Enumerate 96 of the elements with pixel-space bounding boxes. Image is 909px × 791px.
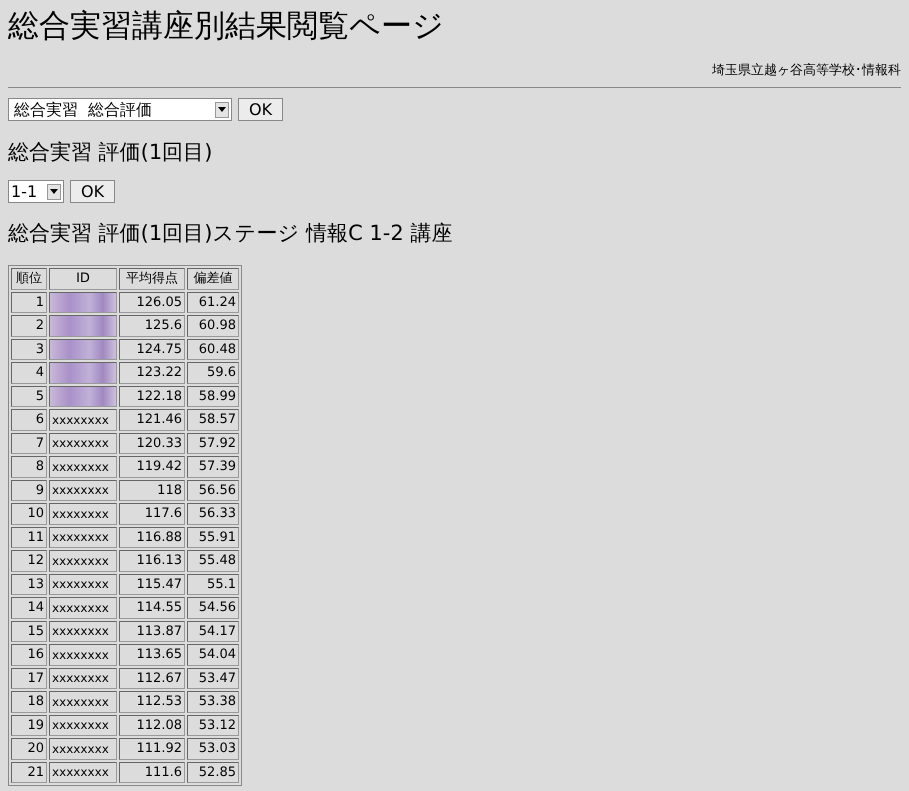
- id-cell: xxxxxxxx: [49, 620, 117, 642]
- school-name: 埼玉県立越ヶ谷高等学校･情報科: [712, 62, 901, 80]
- id-cell: xxxxxxxx: [49, 432, 117, 454]
- section-title: 総合実習 評価(1回目): [8, 139, 212, 166]
- id-cell: xxxxxxxx: [49, 526, 117, 548]
- column-header: 平均得点: [119, 268, 185, 290]
- score-cell: 112.67: [119, 668, 185, 689]
- deviation-cell: 54.04: [187, 644, 239, 666]
- blurred-id-cell: [49, 362, 117, 384]
- score-cell: 116.88: [119, 526, 185, 548]
- deviation-cell: 61.24: [187, 292, 239, 313]
- blurred-id-cell: [49, 386, 117, 407]
- deviation-cell: 53.12: [187, 714, 239, 736]
- score-cell: 121.46: [119, 409, 185, 430]
- id-cell: xxxxxxxx: [49, 503, 117, 524]
- blurred-id-cell: [49, 292, 117, 313]
- result-title: 総合実習 評価(1回目)ステージ 情報C 1-2 講座: [8, 220, 452, 247]
- rank-cell: 10: [11, 503, 47, 524]
- score-cell: 126.05: [119, 292, 185, 313]
- id-cell: xxxxxxxx: [49, 691, 117, 712]
- page-title: 総合実習講座別結果閲覧ページ: [8, 7, 444, 46]
- deviation-cell: 56.33: [187, 503, 239, 524]
- ok-button[interactable]: OK: [70, 180, 116, 203]
- id-cell: xxxxxxxx: [49, 738, 117, 760]
- rank-cell: 13: [11, 574, 47, 595]
- score-cell: 116.13: [119, 550, 185, 572]
- rank-cell: 11: [11, 526, 47, 548]
- score-cell: 120.33: [119, 432, 185, 454]
- ok-button[interactable]: OK: [238, 98, 284, 121]
- score-cell: 111.6: [119, 762, 185, 783]
- rank-cell: 8: [11, 456, 47, 478]
- column-header: 順位: [11, 268, 47, 290]
- rank-cell: 1: [11, 292, 47, 313]
- score-cell: 114.55: [119, 597, 185, 618]
- rank-cell: 14: [11, 597, 47, 618]
- id-cell: xxxxxxxx: [49, 409, 117, 430]
- deviation-cell: 60.48: [187, 338, 239, 360]
- deviation-cell: 53.03: [187, 738, 239, 760]
- id-cell: xxxxxxxx: [49, 574, 117, 595]
- deviation-cell: 56.56: [187, 480, 239, 501]
- id-cell: xxxxxxxx: [49, 480, 117, 501]
- deviation-cell: 55.1: [187, 574, 239, 595]
- score-cell: 113.87: [119, 620, 185, 642]
- id-cell: xxxxxxxx: [49, 762, 117, 783]
- deviation-cell: 55.48: [187, 550, 239, 572]
- id-cell: xxxxxxxx: [49, 644, 117, 666]
- course-dropdown[interactable]: 総合実習 総合評価: [8, 98, 232, 121]
- rank-cell: 15: [11, 620, 47, 642]
- rank-cell: 17: [11, 668, 47, 689]
- id-cell: xxxxxxxx: [49, 714, 117, 736]
- score-cell: 112.08: [119, 714, 185, 736]
- score-cell: 119.42: [119, 456, 185, 478]
- deviation-cell: 54.17: [187, 620, 239, 642]
- deviation-cell: 53.47: [187, 668, 239, 689]
- score-cell: 118: [119, 480, 185, 501]
- rank-cell: 5: [11, 386, 47, 407]
- id-cell: xxxxxxxx: [49, 550, 117, 572]
- id-cell: xxxxxxxx: [49, 456, 117, 478]
- rank-cell: 19: [11, 714, 47, 736]
- score-cell: 123.22: [119, 362, 185, 384]
- score-cell: 117.6: [119, 503, 185, 524]
- deviation-cell: 58.99: [187, 386, 239, 407]
- blurred-id-cell: [49, 338, 117, 360]
- rank-cell: 9: [11, 480, 47, 501]
- deviation-cell: 59.6: [187, 362, 239, 384]
- score-cell: 125.6: [119, 315, 185, 336]
- deviation-cell: 53.38: [187, 691, 239, 712]
- rank-cell: 7: [11, 432, 47, 454]
- score-cell: 122.18: [119, 386, 185, 407]
- score-cell: 113.65: [119, 644, 185, 666]
- rank-cell: 6: [11, 409, 47, 430]
- column-header: ID: [49, 268, 117, 290]
- score-cell: 111.92: [119, 738, 185, 760]
- id-cell: xxxxxxxx: [49, 597, 117, 618]
- rank-cell: 18: [11, 691, 47, 712]
- score-cell: 115.47: [119, 574, 185, 595]
- deviation-cell: 58.57: [187, 409, 239, 430]
- deviation-cell: 54.56: [187, 597, 239, 618]
- deviation-cell: 52.85: [187, 762, 239, 783]
- deviation-cell: 57.39: [187, 456, 239, 478]
- deviation-cell: 60.98: [187, 315, 239, 336]
- rank-cell: 20: [11, 738, 47, 760]
- rank-cell: 16: [11, 644, 47, 666]
- rank-cell: 3: [11, 338, 47, 360]
- score-cell: 112.53: [119, 691, 185, 712]
- id-cell: xxxxxxxx: [49, 668, 117, 689]
- rank-cell: 4: [11, 362, 47, 384]
- blurred-id-cell: [49, 315, 117, 336]
- column-header: 偏差値: [187, 268, 239, 290]
- rank-cell: 21: [11, 762, 47, 783]
- class-dropdown[interactable]: 1-1: [8, 180, 64, 203]
- score-cell: 124.75: [119, 338, 185, 360]
- rank-cell: 12: [11, 550, 47, 572]
- deviation-cell: 57.92: [187, 432, 239, 454]
- rank-cell: 2: [11, 315, 47, 336]
- deviation-cell: 55.91: [187, 526, 239, 548]
